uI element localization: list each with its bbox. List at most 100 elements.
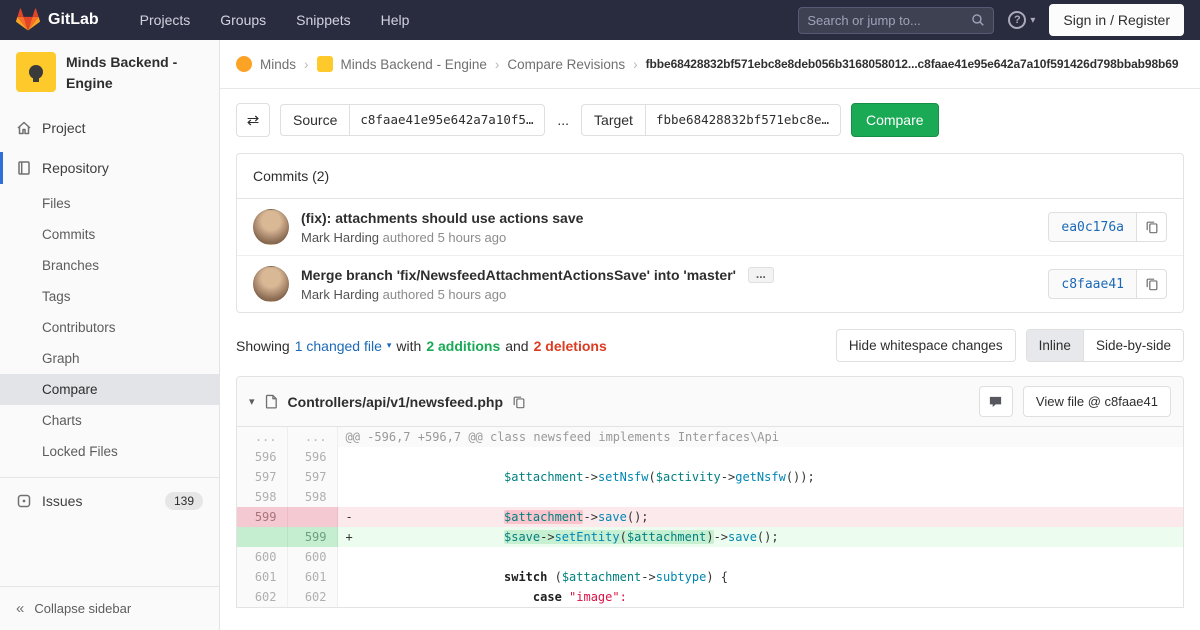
- hide-whitespace-button[interactable]: Hide whitespace changes: [836, 329, 1016, 362]
- sidebar-item-compare[interactable]: Compare: [0, 374, 219, 405]
- collapse-sidebar-button[interactable]: « Collapse sidebar: [0, 586, 219, 630]
- sidebar-item-charts[interactable]: Charts: [0, 405, 219, 436]
- compare-button[interactable]: Compare: [851, 103, 939, 137]
- nav-snippets[interactable]: Snippets: [281, 0, 365, 40]
- line-number-new[interactable]: 602: [287, 587, 337, 607]
- line-number-old[interactable]: 597: [237, 467, 287, 487]
- commit-title-link[interactable]: (fix): attachments should use actions sa…: [301, 210, 583, 226]
- search-input[interactable]: [807, 13, 971, 28]
- line-number-new[interactable]: 599: [287, 527, 337, 547]
- commit-sha-button[interactable]: ea0c176a: [1048, 212, 1137, 242]
- sidebar-divider: [0, 477, 219, 478]
- line-number-new[interactable]: 600: [287, 547, 337, 567]
- commit-meta-text: authored 5 hours ago: [383, 230, 507, 245]
- code-line: case "image":: [337, 587, 1183, 607]
- commit-author-link[interactable]: Mark Harding: [301, 287, 379, 302]
- sidebar-item-commits[interactable]: Commits: [0, 219, 219, 250]
- lightbulb-icon: [29, 65, 43, 79]
- copy-sha-button[interactable]: [1137, 212, 1167, 242]
- expand-commit-message-button[interactable]: ...: [748, 267, 774, 283]
- main-menu: Projects Groups Snippets Help: [125, 0, 425, 40]
- line-number-new[interactable]: 598: [287, 487, 337, 507]
- copy-sha-button[interactable]: [1137, 269, 1167, 299]
- diff-row-hunk: ... ... @@ -596,7 +596,7 @@ class newsfe…: [237, 427, 1183, 447]
- chevron-double-left-icon: «: [16, 600, 24, 617]
- inline-view-button[interactable]: Inline: [1027, 330, 1083, 361]
- side-by-side-view-button[interactable]: Side-by-side: [1083, 330, 1183, 361]
- breadcrumb: Minds › Minds Backend - Engine › Compare…: [220, 40, 1200, 89]
- sidebar-item-locked-files[interactable]: Locked Files: [0, 436, 219, 467]
- line-number-old[interactable]: 601: [237, 567, 287, 587]
- comment-icon: [988, 394, 1003, 409]
- sidebar-item-graph[interactable]: Graph: [0, 343, 219, 374]
- diff-file-path[interactable]: Controllers/api/v1/newsfeed.php: [288, 394, 504, 410]
- view-file-button[interactable]: View file @ c8faae41: [1023, 386, 1171, 417]
- commit-info: Merge branch 'fix/NewsfeedAttachmentActi…: [301, 267, 1036, 302]
- changed-files-dropdown[interactable]: 1 changed file: [295, 338, 382, 354]
- toggle-comments-button[interactable]: [979, 386, 1013, 417]
- repository-subnav: Files Commits Branches Tags Contributors…: [0, 188, 219, 467]
- breadcrumb-group-link[interactable]: Minds: [260, 57, 296, 72]
- line-number-old[interactable]: [237, 527, 287, 547]
- breadcrumb-project-link[interactable]: Minds Backend - Engine: [341, 57, 487, 72]
- sidebar-item-files[interactable]: Files: [0, 188, 219, 219]
- commit-sha-button[interactable]: c8faae41: [1048, 269, 1137, 299]
- line-number-new[interactable]: 596: [287, 447, 337, 467]
- line-number-old[interactable]: 599: [237, 507, 287, 527]
- line-number-new[interactable]: [287, 507, 337, 527]
- line-number-new[interactable]: 601: [287, 567, 337, 587]
- gitlab-home-link[interactable]: GitLab: [16, 8, 99, 32]
- chevron-down-icon: ▾: [387, 340, 392, 351]
- commits-panel: Commits (2) (fix): attachments should us…: [236, 153, 1184, 313]
- diff-stats: Showing 1 changed file ▾ with 2 addition…: [236, 338, 607, 354]
- line-number-old: ...: [237, 427, 287, 447]
- sidebar-nav: Project Repository Files Commits Branche…: [0, 104, 219, 586]
- sidebar-item-issues[interactable]: Issues 139: [0, 480, 219, 522]
- line-number-old[interactable]: 600: [237, 547, 287, 567]
- copy-file-path-button[interactable]: [512, 395, 526, 409]
- help-dropdown[interactable]: ? ▾: [1008, 11, 1035, 29]
- commit-author-link[interactable]: Mark Harding: [301, 230, 379, 245]
- commit-meta-text: authored 5 hours ago: [383, 287, 507, 302]
- line-number-new[interactable]: 597: [287, 467, 337, 487]
- sign-in-button[interactable]: Sign in / Register: [1049, 4, 1184, 36]
- sidebar-item-project[interactable]: Project: [0, 108, 219, 148]
- code-line: [337, 547, 1183, 567]
- sidebar-item-tags[interactable]: Tags: [0, 281, 219, 312]
- breadcrumb-separator: ›: [304, 57, 309, 72]
- diff-row-context: 600 600: [237, 547, 1183, 567]
- main-content: Minds › Minds Backend - Engine › Compare…: [220, 40, 1200, 630]
- collapse-diff-caret[interactable]: ▾: [249, 395, 255, 408]
- project-context[interactable]: Minds Backend - Engine: [0, 40, 219, 104]
- additions-count: 2 additions: [426, 338, 500, 354]
- deletions-count: 2 deletions: [534, 338, 607, 354]
- nav-help[interactable]: Help: [366, 0, 425, 40]
- code-line: switch ($attachment->subtype) {: [337, 567, 1183, 587]
- code-line: - $attachment->save();: [337, 507, 1183, 527]
- breadcrumb-page-link[interactable]: Compare Revisions: [507, 57, 625, 72]
- diff-row-deletion: 599 - $attachment->save();: [237, 507, 1183, 527]
- commit-sha-group: c8faae41: [1048, 269, 1167, 299]
- range-dots: ...: [557, 112, 569, 128]
- target-ref-input[interactable]: fbbe68428832bf571ebc8e8deb056b3168058012: [645, 104, 841, 136]
- gitlab-tanuki-icon: [16, 8, 40, 32]
- diff-view-toggle: Inline Side-by-side: [1026, 329, 1184, 362]
- diff-row-context: 601 601 switch ($attachment->subtype) {: [237, 567, 1183, 587]
- breadcrumb-separator: ›: [633, 57, 638, 72]
- line-number-old[interactable]: 598: [237, 487, 287, 507]
- line-number-old[interactable]: 596: [237, 447, 287, 467]
- commit-title-link[interactable]: Merge branch 'fix/NewsfeedAttachmentActi…: [301, 267, 736, 283]
- search-box[interactable]: [798, 7, 994, 34]
- line-number-old[interactable]: 602: [237, 587, 287, 607]
- diff-file-header: ▾ Controllers/api/v1/newsfeed.php View f: [237, 377, 1183, 427]
- sidebar-item-contributors[interactable]: Contributors: [0, 312, 219, 343]
- search-icon: [971, 13, 985, 27]
- sidebar-item-repository[interactable]: Repository: [0, 148, 219, 188]
- nav-projects[interactable]: Projects: [125, 0, 206, 40]
- source-ref-input[interactable]: c8faae41e95e642a7a10f591426d798bbab98b69: [349, 104, 545, 136]
- swap-revisions-button[interactable]: ⇄: [236, 103, 270, 137]
- project-mini-avatar: [317, 56, 333, 72]
- top-navbar: GitLab Projects Groups Snippets Help ? ▾…: [0, 0, 1200, 40]
- sidebar-item-branches[interactable]: Branches: [0, 250, 219, 281]
- nav-groups[interactable]: Groups: [205, 0, 281, 40]
